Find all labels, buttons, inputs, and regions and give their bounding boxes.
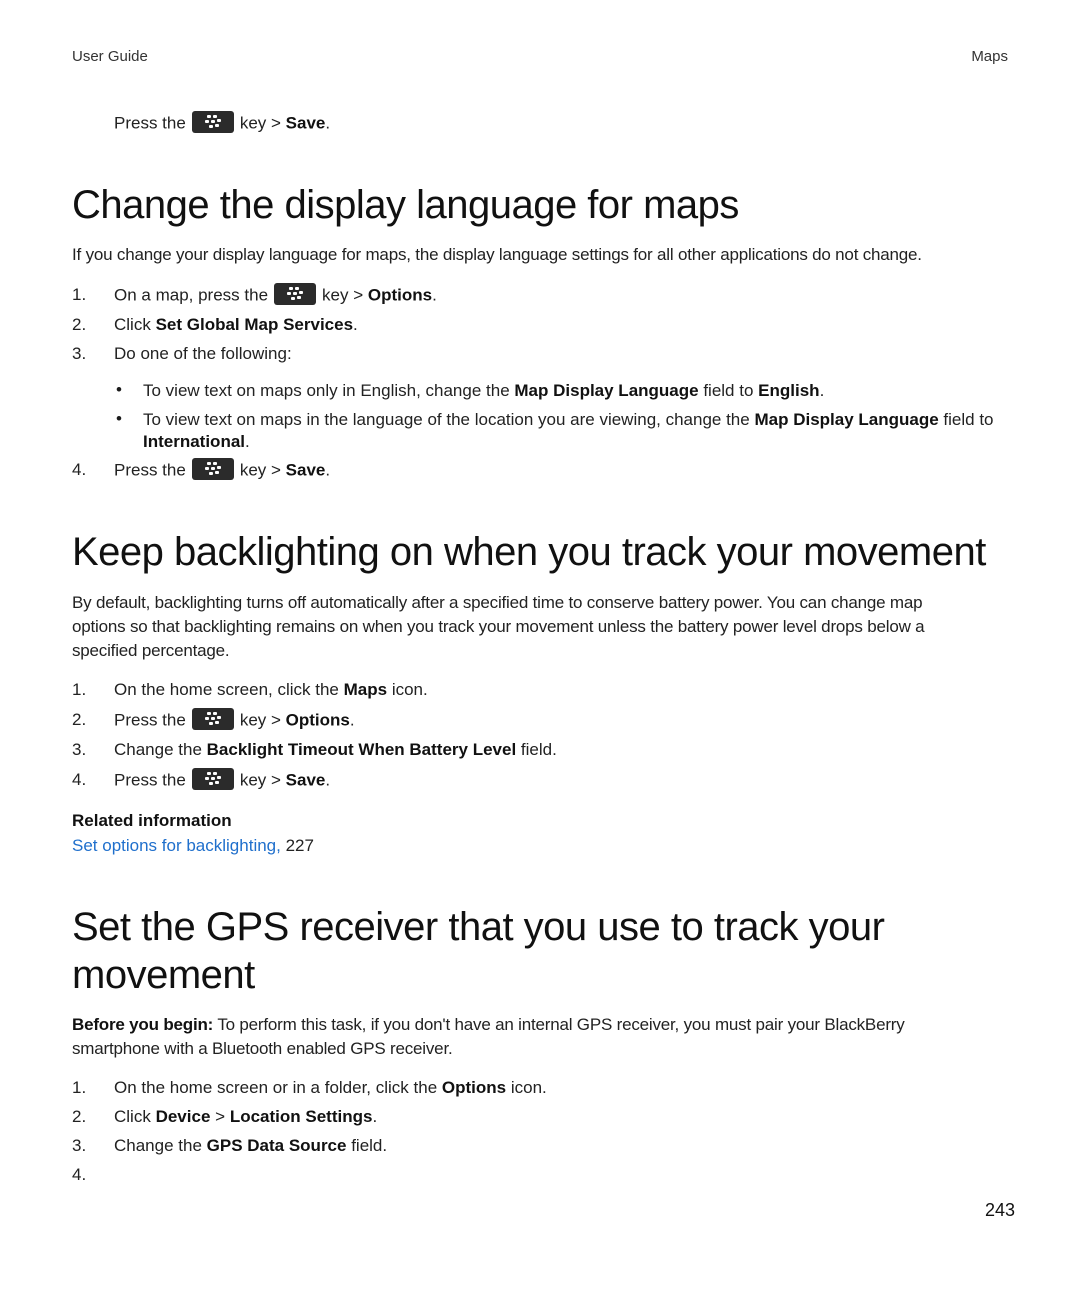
section-title-gps-line1: Set the GPS receiver that you use to tra… [72,905,885,949]
menu-option: Options [367,285,433,305]
related-link-row: Set options for backlighting, 227 [72,836,314,856]
step-item: Click Device > Location Settings. [114,1107,377,1127]
step-text: Press the [114,113,186,133]
step-item: Do one of the following: [114,344,292,363]
menu-option-save: Save [285,113,326,133]
punct: . [353,315,358,334]
menu-option: Save [285,770,326,790]
step-number: 4. [72,460,87,479]
top-step: Press the key > Save. [114,111,331,135]
step-number: 4. [72,1165,87,1184]
step-item: Change the Backlight Timeout When Batter… [114,740,557,760]
step-text: key > [239,460,281,480]
punct: . [372,1107,378,1126]
bullet-item: To view text on maps only in English, ch… [143,380,1013,402]
field-name: Map Display Language [514,381,699,400]
field-name: Backlight Timeout When Battery Level [206,740,517,759]
field-value: English [758,381,820,400]
step-text: icon. [506,1078,547,1097]
field-name: GPS Data Source [206,1136,347,1155]
step-text: key > [239,113,281,133]
bullet-text: To view text on maps only in English, ch… [143,381,510,400]
step-text: Click [114,1107,151,1126]
step-item: Press the key > Options. [114,708,355,732]
punct: . [325,460,331,480]
bullet-dot: • [116,409,122,428]
punct: . [819,381,825,400]
before-you-begin: Before you begin: To perform this task, … [72,1013,972,1061]
page-number: 243 [984,1200,1015,1220]
bullet-text: field to [703,381,754,400]
step-text: Press the [114,710,186,730]
app-name: Options [441,1078,507,1097]
punct: . [432,285,437,305]
blackberry-menu-key-icon [191,111,234,133]
step-text: > [215,1107,226,1126]
step-item: Press the key > Save. [114,768,331,792]
step-text: key > [322,285,364,305]
step-text: On a map, press the [114,285,269,305]
step-number: 2. [72,1107,87,1126]
related-page-number: 227 [285,836,314,855]
blackberry-menu-key-icon [191,708,234,730]
section-title-gps-line2: movement [72,953,255,997]
step-text: On the home screen or in a folder, click… [114,1078,438,1097]
section-intro: By default, backlighting turns off autom… [72,593,925,660]
running-header-right: Maps [971,48,1008,65]
app-name: Maps [343,680,388,699]
running-header-left: User Guide [72,48,148,65]
punct: . [349,710,355,730]
step-number: 3. [72,1136,87,1155]
step-number: 2. [72,710,87,729]
step-number: 1. [72,680,87,699]
related-link-backlighting[interactable]: Set options for backlighting, [72,836,281,855]
before-you-begin-label: Before you begin: [72,1015,214,1034]
step-item: On a map, press the key > Options. [114,283,437,307]
related-information-heading: Related information [72,811,232,830]
step-number: 4. [72,770,87,789]
menu-option: Save [285,460,326,480]
menu-option: Set Global Map Services [155,315,354,334]
punct: . [325,770,331,790]
step-text: key > [239,710,281,730]
step-text: Change the [114,1136,202,1155]
menu-option: Device [155,1107,211,1126]
step-number: 2. [72,315,87,334]
step-text: Press the [114,460,186,480]
section-title-backlighting: Keep backlighting on when you track your… [72,530,986,574]
step-item: On the home screen, click the Maps icon. [114,680,428,700]
step-item: Click Set Global Map Services. [114,315,358,335]
menu-option: Options [285,710,350,730]
bullet-text: field to [943,410,994,429]
bullet-text: To view text on maps in the language of … [143,410,750,429]
step-number: 3. [72,344,87,363]
step-number: 1. [72,1078,87,1097]
blackberry-menu-key-icon [191,768,234,790]
step-item: Press the key > Save. [114,458,331,482]
step-number: 3. [72,740,87,759]
step-text: Change the [114,740,202,759]
step-text: icon. [387,680,428,699]
blackberry-menu-key-icon [274,283,317,305]
field-name: Map Display Language [754,410,939,429]
punct: . [245,432,250,451]
field-value: International [143,432,246,451]
punct: . [325,113,331,133]
step-text: field. [516,740,557,759]
bullet-dot: • [116,380,122,399]
step-item: Change the GPS Data Source field. [114,1136,387,1156]
step-number: 1. [72,285,87,304]
step-text: On the home screen, click the [114,680,339,699]
step-text: Click [114,315,151,334]
bullet-item: To view text on maps in the language of … [143,409,1013,453]
section-intro: If you change your display language for … [72,245,922,264]
section-title-display-language: Change the display language for maps [72,183,739,227]
step-text: Press the [114,770,186,790]
step-text: field. [346,1136,388,1155]
step-text: key > [239,770,281,790]
blackberry-menu-key-icon [191,458,234,480]
step-item: On the home screen or in a folder, click… [114,1078,547,1098]
menu-option: Location Settings [229,1107,373,1126]
